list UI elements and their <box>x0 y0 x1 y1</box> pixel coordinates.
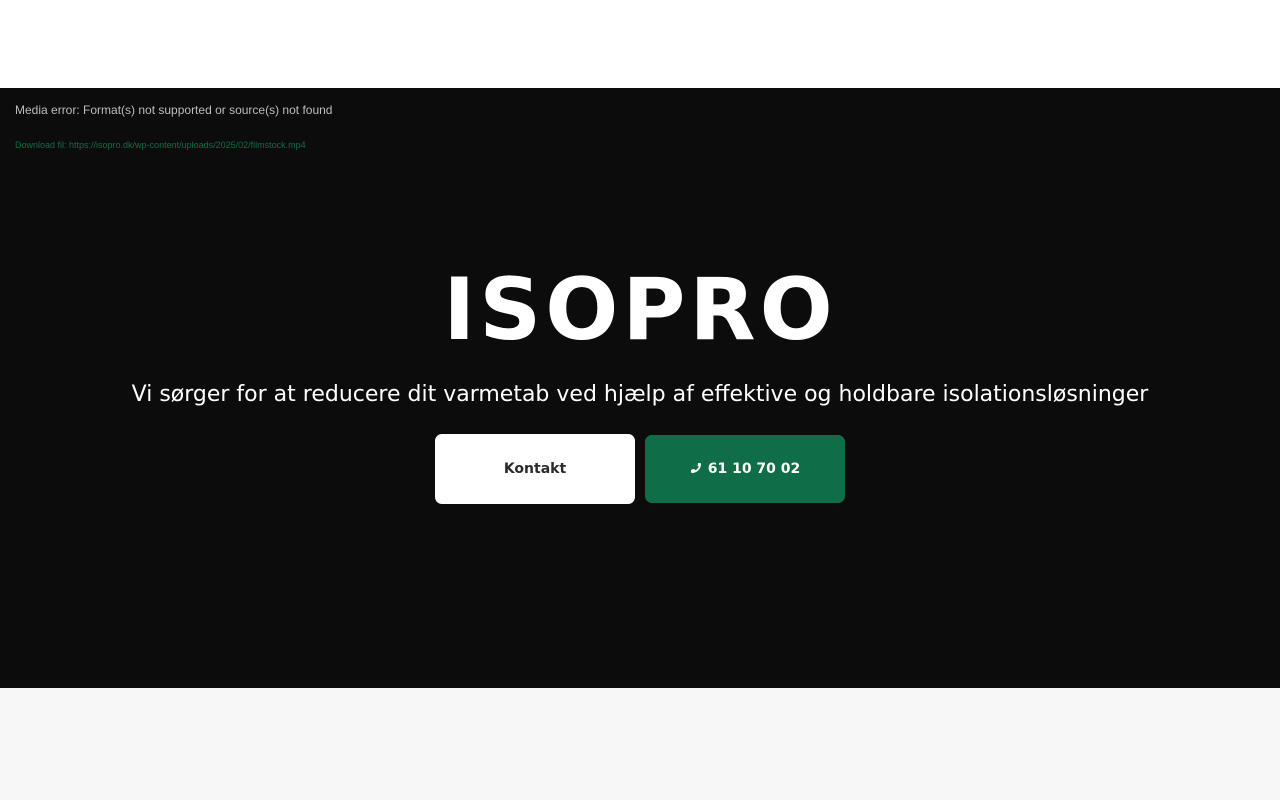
phone-button-label: 61 10 70 02 <box>707 461 801 477</box>
page-lower-area <box>0 688 1280 800</box>
hero-tagline: Vi sørger for at reducere dit varmetab v… <box>131 382 1149 407</box>
phone-button[interactable]: 61 10 70 02 <box>645 435 845 503</box>
media-error-message: Media error: Format(s) not supported or … <box>15 103 333 117</box>
hero-section: Media error: Format(s) not supported or … <box>0 88 1280 688</box>
site-header <box>0 0 1280 88</box>
contact-button-label: Kontakt <box>503 461 567 477</box>
phone-icon <box>690 462 704 476</box>
contact-button[interactable]: Kontakt <box>435 434 635 504</box>
hero-brand-title: ISOPRO <box>443 260 837 360</box>
media-download-link[interactable]: Download fil: https://isopro.dk/wp-conte… <box>15 140 306 150</box>
